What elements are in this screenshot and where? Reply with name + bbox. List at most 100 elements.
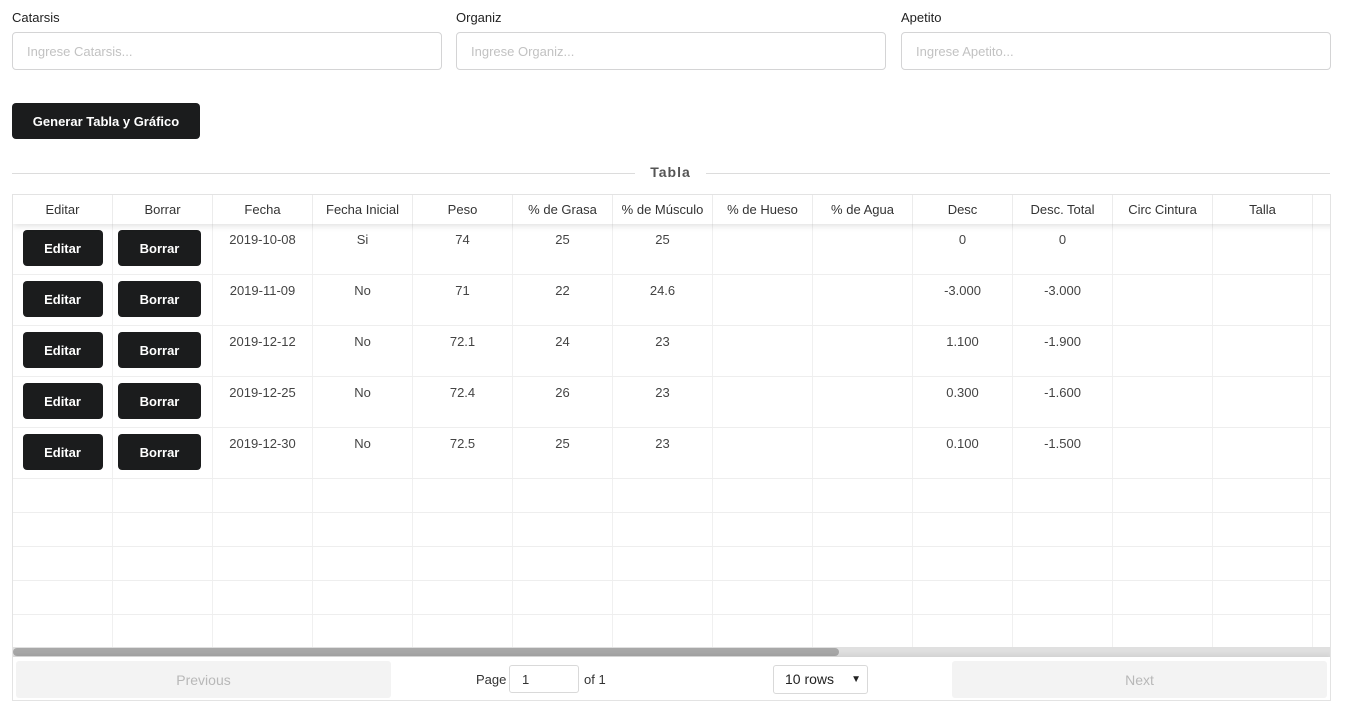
cell-peso: 72.1: [413, 326, 513, 376]
edit-button[interactable]: Editar: [22, 332, 103, 368]
empty-cell: [813, 581, 913, 614]
page-label: Page: [476, 672, 507, 687]
cell-hueso: [713, 428, 813, 478]
column-header[interactable]: Fecha: [213, 195, 313, 224]
empty-cell: [1313, 513, 1330, 546]
empty-cell: [13, 513, 113, 546]
cell-desc: 1.100: [913, 326, 1013, 376]
column-header[interactable]: Talla: [1213, 195, 1313, 224]
empty-cell: [913, 479, 1013, 512]
delete-button[interactable]: Borrar: [118, 434, 201, 470]
empty-cell: [513, 513, 613, 546]
cell-circ-cintura: [1113, 275, 1213, 325]
table-cell: [1313, 224, 1330, 274]
rows-per-page-value: 10 rows: [785, 671, 835, 687]
empty-cell: [313, 581, 413, 614]
empty-cell: [1213, 547, 1313, 580]
column-header[interactable]: Desc: [913, 195, 1013, 224]
cell-agua: [813, 224, 913, 274]
organiz-input[interactable]: [456, 32, 886, 70]
edit-cell: Editar: [13, 224, 113, 274]
delete-cell: Borrar: [113, 275, 213, 325]
empty-cell: [1013, 615, 1113, 648]
table-body: Editar Borrar 2019-10-08 Si 74 25 25 0 0 Editar Bo…: [13, 224, 1330, 649]
page-number-input[interactable]: [509, 665, 579, 693]
cell-fecha-inicial: Si: [313, 224, 413, 274]
apetito-input[interactable]: [901, 32, 1331, 70]
cell-fecha-inicial: No: [313, 326, 413, 376]
delete-button[interactable]: Borrar: [118, 383, 201, 419]
delete-button[interactable]: Borrar: [118, 332, 201, 368]
empty-cell: [113, 581, 213, 614]
cell-fecha-inicial: No: [313, 428, 413, 478]
delete-button[interactable]: Borrar: [118, 230, 201, 266]
column-header[interactable]: Desc. Total: [1013, 195, 1113, 224]
table-cell: [1313, 326, 1330, 376]
column-header[interactable]: Circ Cintura: [1113, 195, 1213, 224]
cell-talla: [1213, 224, 1313, 274]
empty-cell: [813, 479, 913, 512]
cell-desc: 0.300: [913, 377, 1013, 427]
column-header[interactable]: Peso: [413, 195, 513, 224]
empty-cell: [513, 479, 613, 512]
edit-button[interactable]: Editar: [22, 281, 103, 317]
scrollbar-thumb[interactable]: [13, 648, 839, 656]
delete-cell: Borrar: [113, 377, 213, 427]
cell-fecha-inicial: No: [313, 275, 413, 325]
empty-cell: [413, 581, 513, 614]
cell-musculo: 24.6: [613, 275, 713, 325]
next-button[interactable]: Next: [952, 661, 1327, 698]
empty-cell: [613, 479, 713, 512]
column-header[interactable]: % de Agua: [813, 195, 913, 224]
cell-desc-total: -1.600: [1013, 377, 1113, 427]
column-header[interactable]: D: [1313, 195, 1330, 224]
catarsis-field: Catarsis: [12, 10, 442, 70]
edit-cell: Editar: [13, 377, 113, 427]
empty-cell: [613, 513, 713, 546]
cell-fecha: 2019-12-30: [213, 428, 313, 478]
cell-musculo: 23: [613, 377, 713, 427]
divider-line-right: [706, 173, 1330, 174]
table-row: Editar Borrar 2019-11-09 No 71 22 24.6 -3.000 -3…: [13, 275, 1330, 326]
catarsis-input[interactable]: [12, 32, 442, 70]
generate-table-chart-button[interactable]: Generar Tabla y Gráfico: [12, 103, 200, 139]
empty-cell: [1013, 547, 1113, 580]
empty-cell: [213, 615, 313, 648]
rows-per-page-select[interactable]: 10 rows ▼: [773, 665, 868, 694]
cell-grasa: 22: [513, 275, 613, 325]
empty-cell: [513, 581, 613, 614]
edit-button[interactable]: Editar: [22, 383, 103, 419]
previous-button[interactable]: Previous: [16, 661, 391, 698]
cell-circ-cintura: [1113, 224, 1213, 274]
delete-button[interactable]: Borrar: [118, 281, 201, 317]
edit-button[interactable]: Editar: [22, 230, 103, 266]
empty-cell: [913, 581, 1013, 614]
cell-desc: 0.100: [913, 428, 1013, 478]
cell-agua: [813, 326, 913, 376]
column-header[interactable]: Fecha Inicial: [313, 195, 413, 224]
delete-cell: Borrar: [113, 326, 213, 376]
apetito-label: Apetito: [901, 10, 942, 25]
column-header[interactable]: % de Hueso: [713, 195, 813, 224]
empty-cell: [113, 479, 213, 512]
empty-cell: [13, 615, 113, 648]
empty-cell: [913, 615, 1013, 648]
edit-button[interactable]: Editar: [22, 434, 103, 470]
horizontal-scrollbar[interactable]: [13, 647, 1330, 657]
cell-talla: [1213, 275, 1313, 325]
cell-musculo: 23: [613, 326, 713, 376]
cell-fecha: 2019-10-08: [213, 224, 313, 274]
empty-cell: [313, 479, 413, 512]
table-cell: [1313, 275, 1330, 325]
cell-hueso: [713, 326, 813, 376]
column-header[interactable]: Editar: [13, 195, 113, 224]
column-header[interactable]: Borrar: [113, 195, 213, 224]
empty-cell: [313, 615, 413, 648]
cell-agua: [813, 428, 913, 478]
cell-fecha: 2019-11-09: [213, 275, 313, 325]
cell-talla: [1213, 377, 1313, 427]
empty-cell: [413, 479, 513, 512]
column-header[interactable]: % de Músculo: [613, 195, 713, 224]
column-header[interactable]: % de Grasa: [513, 195, 613, 224]
empty-row: [13, 615, 1330, 649]
